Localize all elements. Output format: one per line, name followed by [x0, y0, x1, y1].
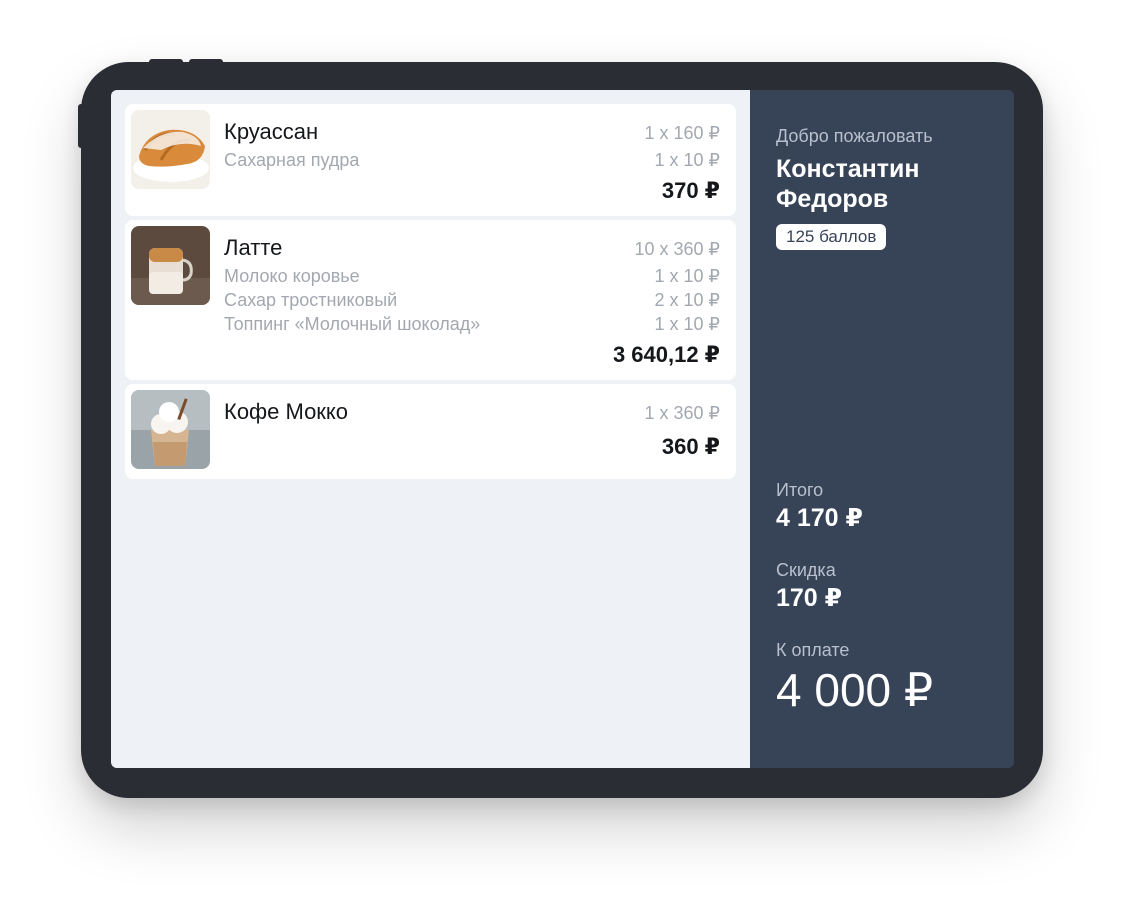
modifier-quantity-price: 1 x 10 ₽ [654, 150, 721, 170]
customer-first-name: Константин [776, 155, 920, 183]
croissant-image [131, 110, 210, 189]
modifier-name: Молоко коровье [224, 266, 360, 286]
customer-name: Константин Федоров [776, 154, 988, 214]
order-list: Круассан 1 x 160 ₽ Сахарная пудра 1 x 10… [111, 90, 750, 768]
subtotal-value: 4 170 ₽ [776, 504, 863, 532]
hardware-button [189, 59, 223, 64]
subtotal-label: Итого [776, 480, 824, 500]
customer-last-name: Федоров [776, 185, 889, 213]
item-name: Круассан [224, 119, 319, 144]
modifier-quantity-price: 1 x 10 ₽ [654, 266, 721, 286]
welcome-text: Добро пожаловать [776, 126, 933, 146]
order-item-mocha: Кофе Мокко 1 x 360 ₽ 360 ₽ [125, 384, 736, 479]
amount-due-label: К оплате [776, 640, 850, 660]
latte-image [131, 226, 210, 305]
hardware-button [149, 59, 183, 64]
item-quantity-price: 10 x 360 ₽ [634, 239, 720, 259]
modifier-quantity-price: 2 x 10 ₽ [654, 290, 721, 310]
item-name: Латте [224, 235, 283, 260]
loyalty-points-badge: 125 баллов [776, 224, 887, 250]
discount-value: 170 ₽ [776, 584, 843, 612]
item-name: Кофе Мокко [224, 399, 349, 424]
item-quantity-price: 1 x 160 ₽ [644, 123, 721, 143]
order-summary: Итого 4 170 ₽ Скидка 170 ₽ К оплате 4 00… [776, 478, 933, 718]
amount-due-value: 4 000 ₽ [776, 664, 934, 716]
customer-display-screen: Круассан 1 x 160 ₽ Сахарная пудра 1 x 10… [111, 90, 1014, 768]
hardware-button [78, 104, 83, 148]
item-total: 360 ₽ [661, 434, 720, 459]
item-total: 3 640,12 ₽ [612, 342, 720, 367]
modifier-name: Топпинг «Молочный шоколад» [224, 314, 481, 334]
modifier-name: Сахарная пудра [224, 150, 360, 170]
modifier-name: Сахар тростниковый [224, 290, 398, 310]
item-quantity-price: 1 x 360 ₽ [644, 403, 721, 423]
discount-label: Скидка [776, 560, 836, 580]
order-item-latte: Латте 10 x 360 ₽ Молоко коровье 1 x 10 ₽… [125, 220, 736, 380]
mocha-image [131, 390, 210, 469]
order-item-croissant: Круассан 1 x 160 ₽ Сахарная пудра 1 x 10… [125, 104, 736, 216]
tablet-device: Круассан 1 x 160 ₽ Сахарная пудра 1 x 10… [78, 59, 1043, 798]
item-total: 370 ₽ [661, 178, 720, 203]
modifier-quantity-price: 1 x 10 ₽ [654, 314, 721, 334]
customer-summary-panel: Добро пожаловать Константин Федоров 125 … [750, 90, 1014, 768]
